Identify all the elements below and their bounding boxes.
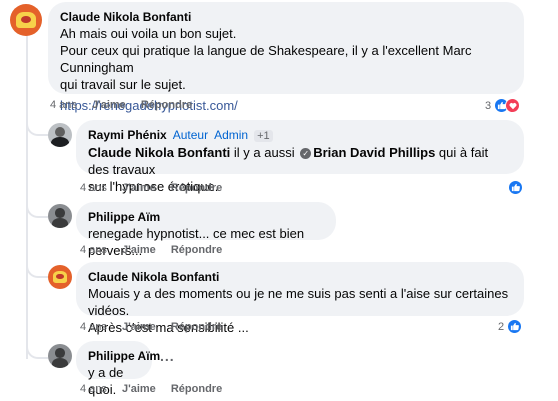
reactions[interactable]: 3 (485, 98, 521, 113)
avatar[interactable] (48, 344, 72, 368)
reaction-count: 2 (498, 320, 505, 333)
comment-bubble: Philippe Aïm y a de quoi. (76, 341, 160, 397)
timestamp[interactable]: 4 ans (80, 383, 107, 395)
comment-bubble: Claude Nikola Bonfanti Ah mais oui voila… (48, 2, 524, 113)
comment-author[interactable]: Philippe Aïm (88, 209, 324, 225)
comment-text: Ah mais oui voila un bon sujet. (60, 26, 237, 41)
timestamp[interactable]: 4 ans (50, 99, 77, 111)
mention[interactable]: Claude Nikola Bonfanti (88, 145, 230, 160)
like-button[interactable]: J'aime (92, 99, 126, 111)
thumbs-up-icon (508, 180, 523, 195)
thumbs-up-icon (507, 319, 523, 334)
timestamp[interactable]: 4 ans (80, 321, 107, 333)
heart-icon (505, 98, 521, 113)
mention[interactable]: Brian David Phillips (313, 145, 435, 160)
reply-button[interactable]: Répondre (171, 182, 222, 194)
more-options-icon[interactable]: ... (160, 348, 175, 364)
comment-meta: 4 ans J'aime Répondre (80, 321, 234, 333)
reply-button[interactable]: Répondre (171, 321, 222, 333)
avatar[interactable] (48, 204, 72, 228)
comment-bubble: Philippe Aïm renegade hypnotist... ce me… (76, 202, 336, 258)
like-button[interactable]: J'aime (122, 321, 156, 333)
comment-meta: 4 ans J'aime Répondre (80, 383, 234, 395)
timestamp[interactable]: 4 ans (80, 244, 107, 256)
reactions[interactable]: 2 (498, 319, 523, 334)
like-button[interactable]: J'aime (122, 383, 156, 395)
comment-text: qui travail sur le sujet. (60, 77, 186, 92)
comment-author[interactable]: Claude Nikola Bonfanti (88, 269, 512, 285)
comment-author[interactable]: Philippe Aïm (88, 348, 160, 364)
comment-bubble: Claude Nikola Bonfanti Mouais y a des mo… (76, 262, 524, 335)
comment-meta: 4 ans J'aime Répondre (50, 99, 204, 111)
comment-meta: 4 ans J'aime Répondre (80, 182, 234, 194)
comment-text: Mouais y a des moments ou je ne me suis … (88, 286, 509, 318)
like-button[interactable]: J'aime (122, 182, 156, 194)
author-badge: Auteur (172, 128, 209, 142)
thread-curve (26, 204, 48, 218)
timestamp[interactable]: 4 ans (80, 182, 107, 194)
reply-button[interactable]: Répondre (141, 99, 192, 111)
comment-bubble: Raymi Phénix Auteur Admin +1 Claude Nikola … (76, 120, 524, 194)
comment-text: Pour ceux qui pratique la langue de Shak… (60, 43, 472, 75)
thread-line (26, 34, 28, 359)
avatar[interactable] (10, 4, 42, 36)
thread-curve (26, 122, 48, 136)
admin-badge: Admin (214, 128, 249, 142)
comment-author[interactable]: Claude Nikola Bonfanti (60, 9, 512, 25)
comment-author[interactable]: Raymi Phénix (88, 128, 167, 142)
comment-meta: 4 ans J'aime Répondre (80, 244, 234, 256)
reaction-count: 3 (485, 99, 492, 112)
avatar[interactable] (48, 123, 72, 147)
avatar[interactable] (48, 265, 72, 289)
verified-check-icon: ✓ (300, 148, 312, 160)
reactions[interactable] (508, 180, 523, 195)
reply-button[interactable]: Répondre (171, 383, 222, 395)
reply-button[interactable]: Répondre (171, 244, 222, 256)
comment-text: Claude Nikola Bonfanti il y a aussi ✓ Bri… (88, 145, 489, 177)
thread-curve (26, 345, 48, 359)
thread-curve (26, 264, 48, 278)
like-button[interactable]: J'aime (122, 244, 156, 256)
badge-count[interactable]: +1 (254, 130, 273, 142)
